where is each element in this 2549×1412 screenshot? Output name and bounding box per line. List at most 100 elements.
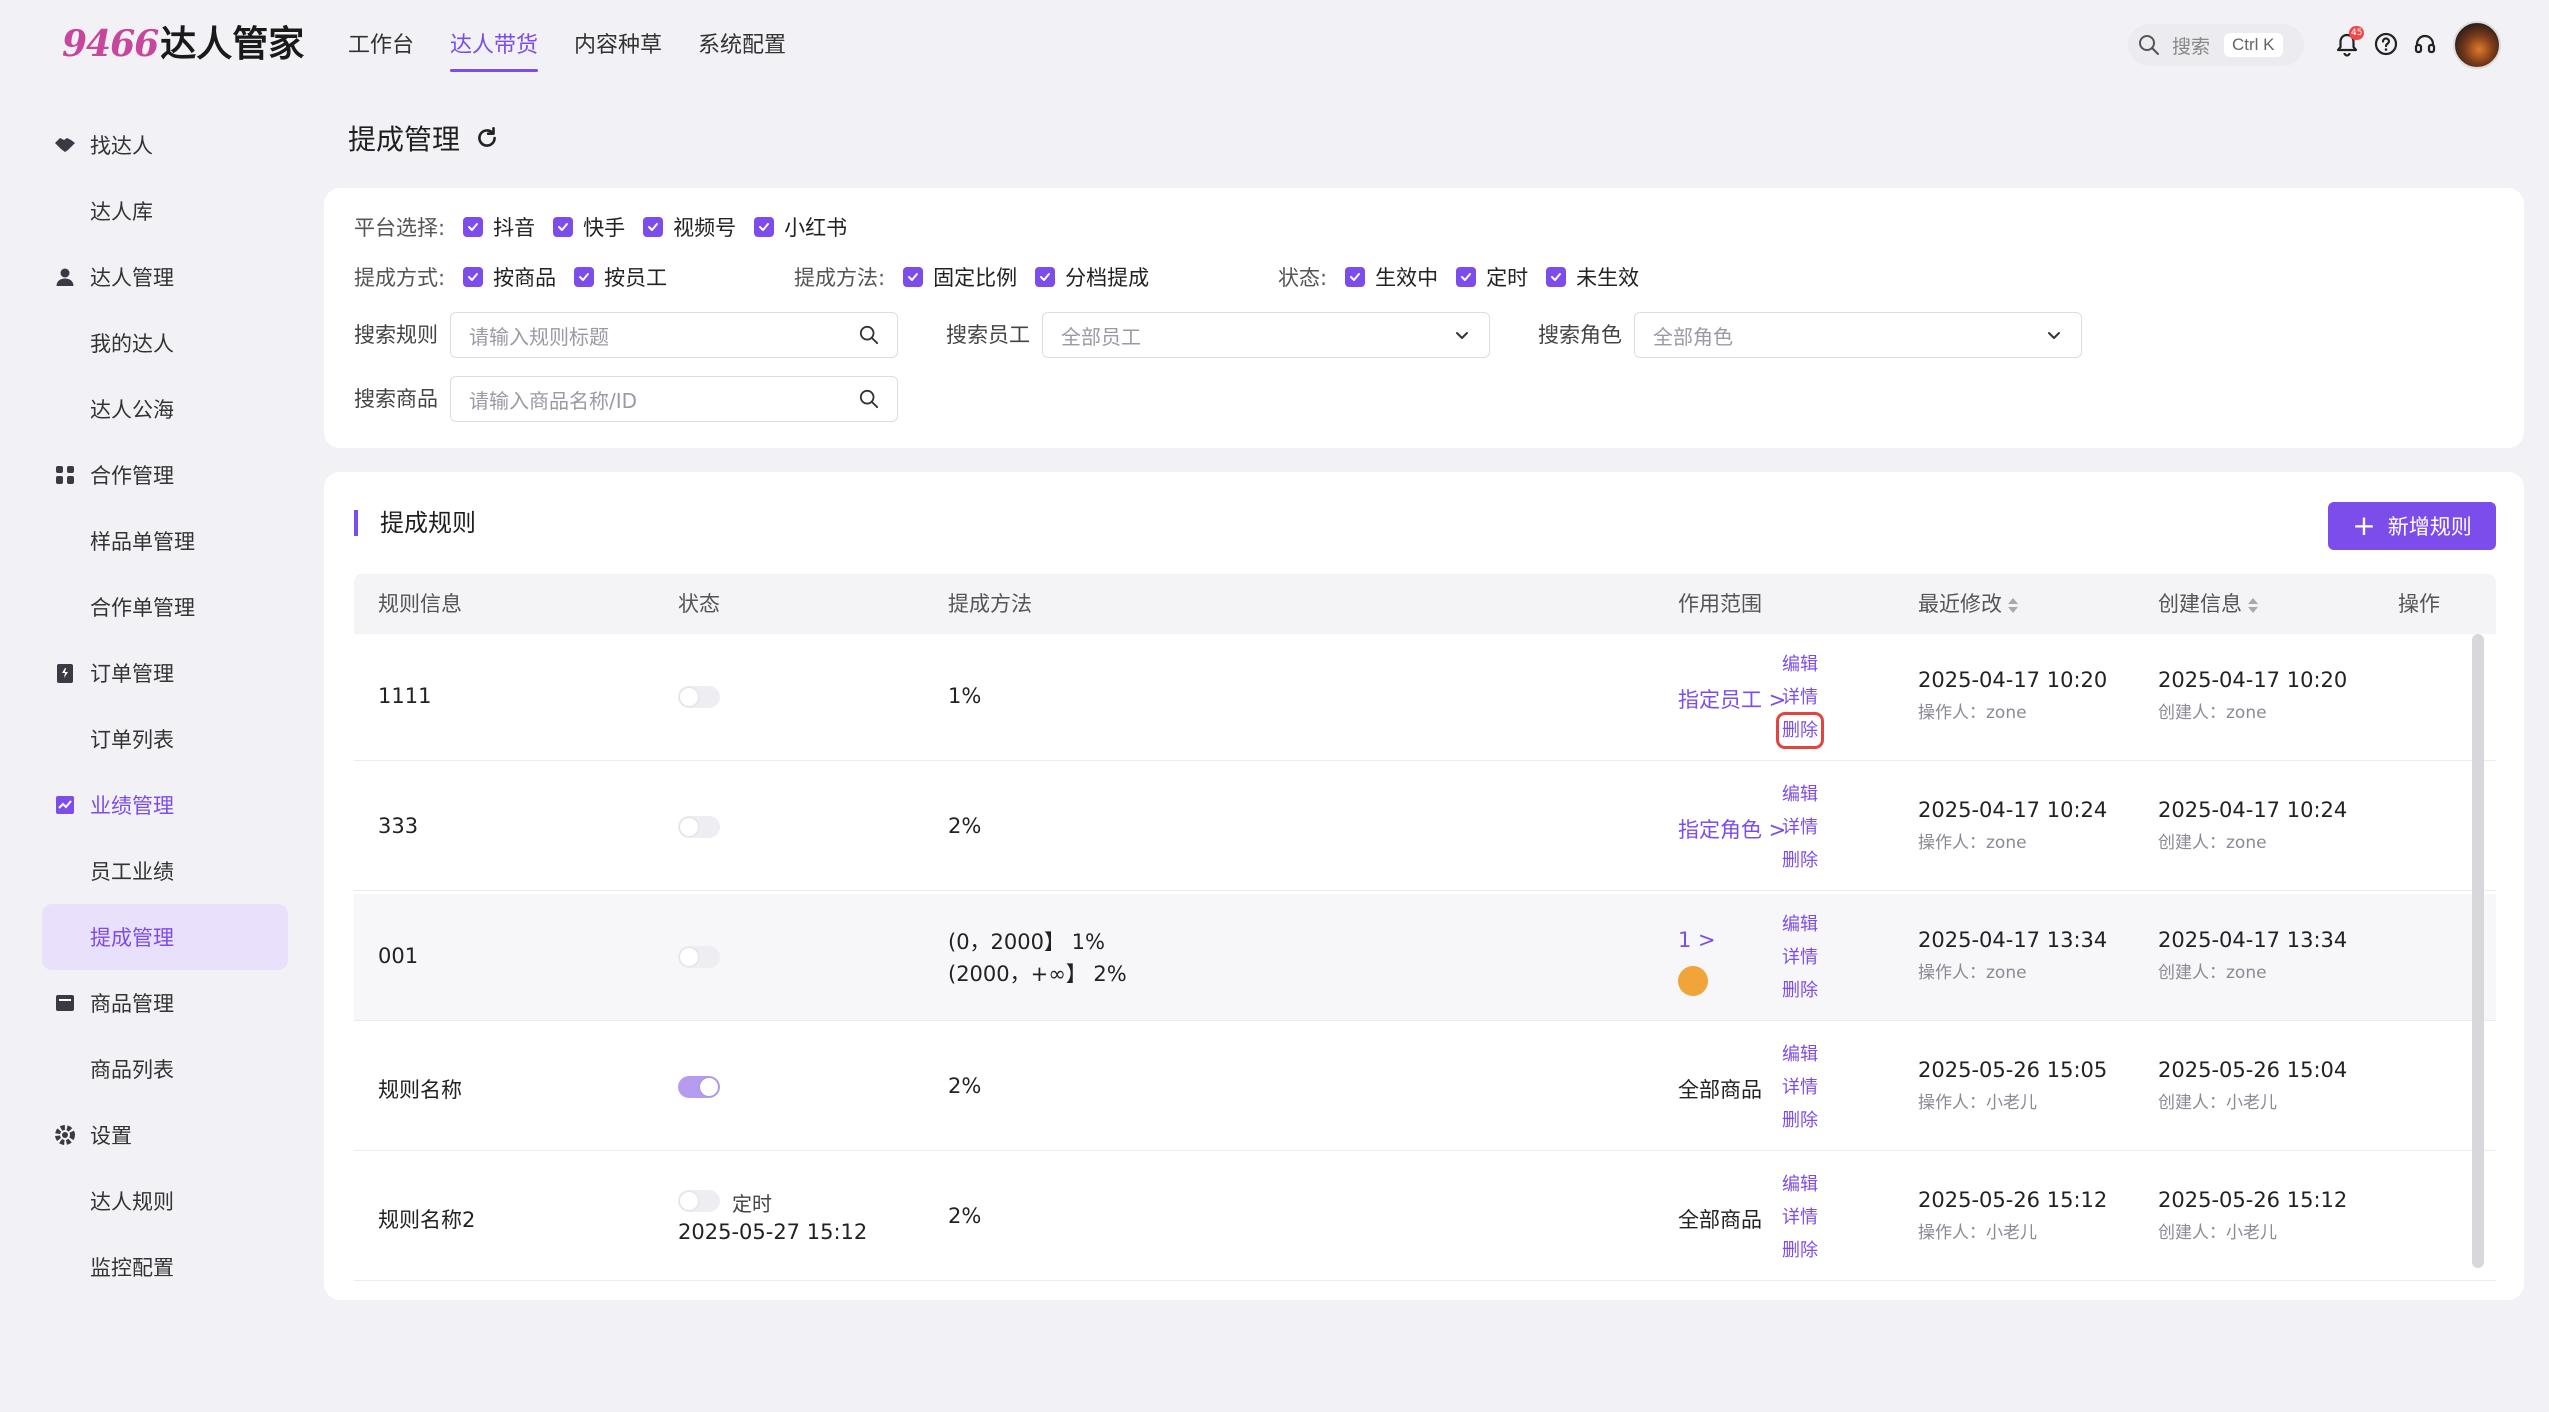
detail-link[interactable]: 详情	[1782, 685, 1818, 710]
checkbox-option[interactable]: 小红书	[754, 212, 847, 242]
app-logo[interactable]: 9466达人管家	[62, 22, 304, 67]
sidebar-group[interactable]: 找达人	[42, 112, 288, 178]
table-scrollbar[interactable]	[2472, 634, 2484, 1268]
col-created[interactable]: 创建信息	[2158, 574, 2258, 634]
sidebar-item[interactable]: 员工业绩	[42, 838, 288, 904]
table-row: 333 2% 指定角色 >2025-04-17 10:24 操作人：zone 2025-…	[354, 764, 2496, 891]
sidebar-group[interactable]: 达人管理	[42, 244, 288, 310]
delete-link[interactable]: 删除	[1782, 848, 1818, 873]
detail-link[interactable]: 详情	[1782, 1205, 1818, 1230]
edit-link[interactable]: 编辑	[1782, 782, 1818, 807]
method-value: 2%	[948, 1204, 982, 1228]
delete-link[interactable]: 删除	[1782, 1238, 1818, 1263]
detail-link[interactable]: 详情	[1782, 1075, 1818, 1100]
sidebar-item[interactable]: 我的达人	[42, 310, 288, 376]
checkbox-checked-icon[interactable]	[1035, 267, 1056, 287]
created-info: 2025-05-26 15:12 创建人：小老儿	[2158, 1188, 2347, 1243]
checkbox-option[interactable]: 生效中	[1345, 262, 1438, 292]
sidebar-group[interactable]: 商品管理	[42, 970, 288, 1036]
nav-tab[interactable]: 达人带货	[450, 26, 539, 72]
checkbox-label: 定时	[1486, 266, 1529, 290]
checkbox-checked-icon[interactable]	[553, 217, 574, 237]
nav-tab[interactable]: 工作台	[348, 26, 414, 66]
edit-link[interactable]: 编辑	[1782, 1042, 1818, 1067]
checkbox-checked-icon[interactable]	[643, 217, 664, 237]
delete-link[interactable]: 删除	[1782, 978, 1818, 1003]
chart-icon	[54, 794, 76, 816]
checkbox-option[interactable]: 快手	[553, 212, 625, 242]
checkbox-option[interactable]: 按商品	[463, 262, 556, 292]
edit-link[interactable]: 编辑	[1782, 912, 1818, 937]
sidebar-item[interactable]: 商品列表	[42, 1036, 288, 1102]
sidebar-item[interactable]: 达人库	[42, 178, 288, 244]
edit-link[interactable]: 编辑	[1782, 652, 1818, 677]
detail-link[interactable]: 详情	[1782, 945, 1818, 970]
checkbox-option[interactable]: 未生效	[1546, 262, 1639, 292]
checkbox-checked-icon[interactable]	[903, 267, 924, 287]
sidebar-group[interactable]: 设置	[42, 1102, 288, 1168]
sidebar-item[interactable]: 合作单管理	[42, 574, 288, 640]
checkbox-checked-icon[interactable]	[574, 267, 595, 287]
modifier: 操作人：zone	[1918, 963, 2027, 983]
sidebar-group[interactable]: 合作管理	[42, 442, 288, 508]
search-rule-input[interactable]: 请输入规则标题	[450, 312, 898, 358]
status-toggle[interactable]	[678, 946, 720, 968]
sidebar-group[interactable]: 订单管理	[42, 640, 288, 706]
checkbox-option[interactable]: 视频号	[643, 212, 736, 242]
bell-icon[interactable]: 45	[2335, 26, 2365, 58]
scope-link[interactable]: 指定员工 >	[1678, 684, 1786, 714]
row-actions: 编辑 详情 删除	[1782, 1042, 1818, 1133]
checkbox-checked-icon[interactable]	[1546, 267, 1567, 287]
sidebar-item[interactable]: 订单列表	[42, 706, 288, 772]
add-rule-button[interactable]: + 新增规则	[2328, 502, 2496, 550]
help-icon[interactable]	[2374, 32, 2400, 58]
logo-text: 达人管家	[160, 24, 305, 65]
nav-tab[interactable]: 内容种草	[574, 26, 662, 66]
sidebar-item[interactable]: 达人规则	[42, 1168, 288, 1234]
headset-icon[interactable]	[2413, 32, 2439, 58]
checkbox-option[interactable]: 固定比例	[903, 262, 1017, 292]
sort-icon[interactable]	[2008, 597, 2018, 613]
checkbox-checked-icon[interactable]	[463, 267, 484, 287]
notification-badge: 45	[2349, 26, 2365, 40]
col-modified[interactable]: 最近修改	[1918, 574, 2018, 634]
sidebar-item[interactable]: 监控配置	[42, 1234, 288, 1300]
status-filter-row: 状态: 生效中 定时 未生效	[1278, 262, 1639, 292]
checkbox-checked-icon[interactable]	[463, 217, 484, 237]
status-toggle[interactable]	[678, 686, 720, 708]
status-toggle[interactable]	[678, 1190, 720, 1212]
top-nav: 工作台 达人带货 内容种草 系统配置	[348, 26, 786, 72]
checkbox-checked-icon[interactable]	[1345, 267, 1366, 287]
chevron-down-icon	[2048, 332, 2060, 339]
sidebar-group[interactable]: 业绩管理	[42, 772, 288, 838]
row-actions: 编辑 详情 删除	[1782, 782, 1818, 873]
checkbox-checked-icon[interactable]	[754, 217, 775, 237]
nav-tab[interactable]: 系统配置	[698, 26, 786, 66]
detail-link[interactable]: 详情	[1782, 815, 1818, 840]
status-toggle[interactable]	[678, 816, 720, 838]
role-select[interactable]: 全部角色	[1634, 312, 2082, 358]
checkbox-checked-icon[interactable]	[1456, 267, 1477, 287]
sidebar-item[interactable]: 提成管理	[42, 904, 288, 970]
order-icon	[54, 662, 76, 684]
checkbox-option[interactable]: 定时	[1456, 262, 1528, 292]
checkbox-option[interactable]: 抖音	[463, 212, 535, 242]
user-avatar[interactable]	[2453, 21, 2501, 69]
global-search[interactable]: 搜索 Ctrl K	[2128, 24, 2304, 66]
scope-link[interactable]: 指定角色 >	[1678, 814, 1786, 844]
delete-link[interactable]: 删除	[1776, 712, 1824, 749]
created-date: 2025-04-17 13:34	[2158, 928, 2348, 952]
rule-name: 333	[378, 814, 419, 838]
checkbox-option[interactable]: 分档提成	[1035, 262, 1149, 292]
edit-link[interactable]: 编辑	[1782, 1172, 1818, 1197]
sidebar-item[interactable]: 达人公海	[42, 376, 288, 442]
status-toggle[interactable]	[678, 1076, 720, 1098]
refresh-icon[interactable]	[474, 125, 500, 151]
sort-icon[interactable]	[2248, 597, 2258, 613]
sidebar-item[interactable]: 样品单管理	[42, 508, 288, 574]
delete-link[interactable]: 删除	[1782, 1108, 1818, 1133]
checkbox-option[interactable]: 按员工	[574, 262, 667, 292]
staff-select[interactable]: 全部员工	[1042, 312, 1490, 358]
search-product-input[interactable]: 请输入商品名称/ID	[450, 376, 898, 422]
scope-link[interactable]: 1 >	[1678, 928, 1716, 952]
